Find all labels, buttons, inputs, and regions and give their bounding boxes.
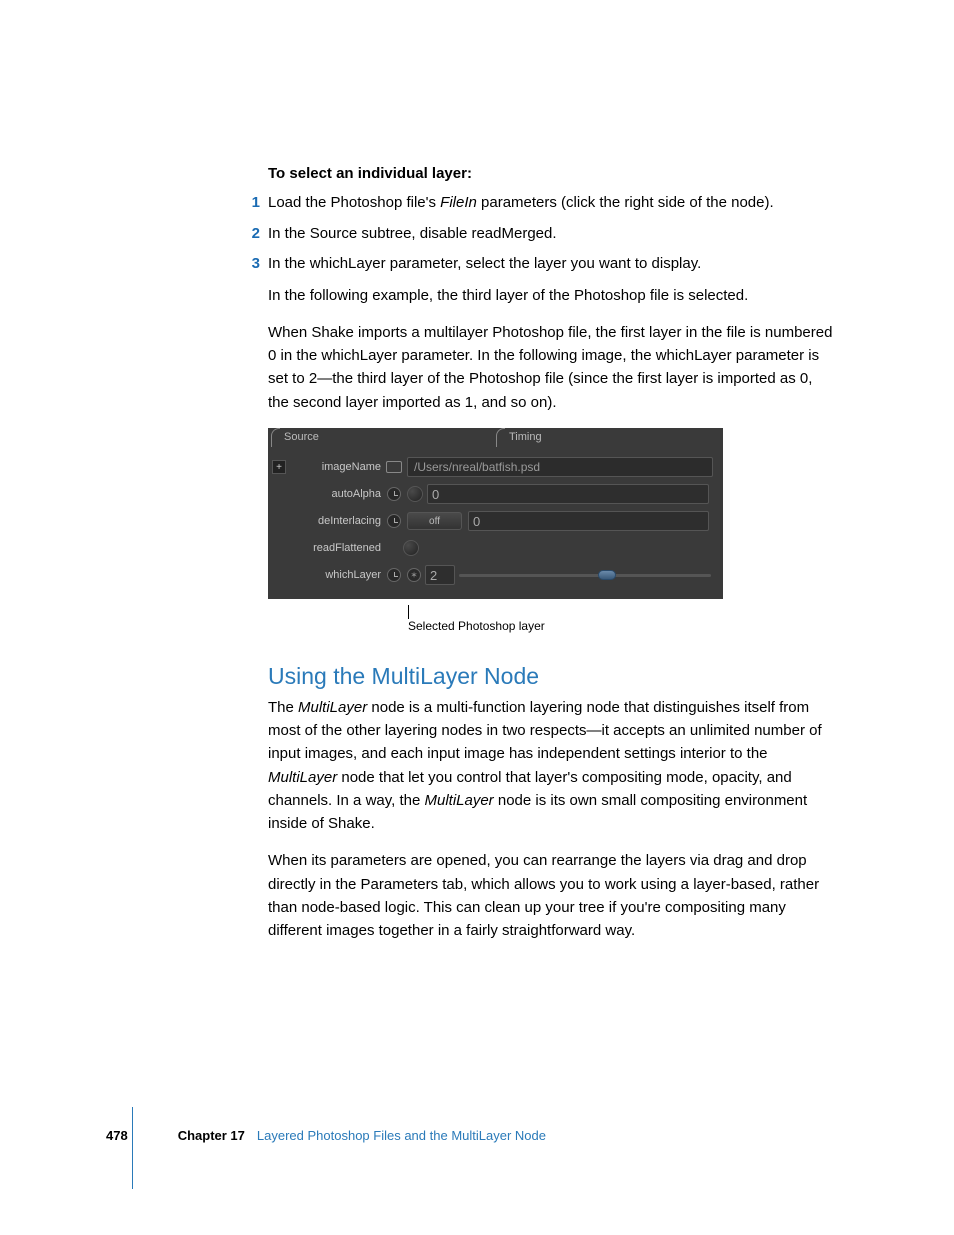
emphasis: MultiLayer [424,792,493,809]
page-footer: 478 Chapter 17 Layered Photoshop Files a… [106,1128,546,1143]
paragraph: The MultiLayer node is a multi-function … [268,696,834,836]
paragraph: When its parameters are opened, you can … [268,849,834,942]
knob-icon[interactable] [407,486,423,502]
autoalpha-field[interactable]: 0 [427,484,709,504]
param-label: deInterlacing [290,515,385,527]
parameters-panel: Source Timing + imageName /Users/nreal/b… [268,428,723,599]
step-number: 2 [246,223,268,246]
whichlayer-field[interactable]: 2 [425,565,455,585]
step-number: 1 [246,192,268,215]
paragraph: In the following example, the third laye… [268,284,834,307]
step-text: In the whichLayer parameter, select the … [268,253,834,276]
callout-text: Selected Photoshop layer [408,619,545,633]
key-icon[interactable]: ✶ [407,568,421,582]
emphasis: MultiLayer [298,699,367,716]
off-button[interactable]: off [407,512,462,530]
clock-icon[interactable] [385,567,403,583]
step-number: 3 [246,253,268,276]
tab-timing[interactable]: Timing [493,428,718,448]
whichlayer-slider[interactable] [459,574,711,577]
callout: Selected Photoshop layer [408,605,834,633]
param-label: autoAlpha [290,488,385,500]
text: parameters (click the right side of the … [477,194,774,211]
slider-thumb[interactable] [598,570,616,580]
knob-icon[interactable] [403,540,419,556]
expand-icon[interactable]: + [272,460,286,474]
section-heading: Using the MultiLayer Node [268,663,834,690]
folder-icon[interactable] [385,459,403,475]
step-2: 2 In the Source subtree, disable readMer… [268,223,834,246]
tab-source[interactable]: Source [268,428,493,448]
param-label: imageName [290,461,385,473]
page-number: 478 [106,1128,128,1143]
step-text: Load the Photoshop file's FileIn paramet… [268,192,834,215]
chapter-label: Chapter 17 [178,1128,245,1143]
clock-icon[interactable] [385,486,403,502]
step-3: 3 In the whichLayer parameter, select th… [268,253,834,276]
clock-icon[interactable] [385,513,403,529]
step-1: 1 Load the Photoshop file's FileIn param… [268,192,834,215]
emphasis: MultiLayer [268,769,337,786]
paragraph: When Shake imports a multilayer Photosho… [268,321,834,414]
imagename-field[interactable]: /Users/nreal/batfish.psd [407,457,713,477]
chapter-title: Layered Photoshop Files and the MultiLay… [257,1128,546,1143]
footer-rule [132,1107,133,1189]
deinterlacing-field[interactable]: 0 [468,511,709,531]
param-label: whichLayer [290,569,385,581]
text: The [268,699,298,716]
emphasis: FileIn [440,194,477,211]
param-label: readFlattened [290,542,385,554]
step-text: In the Source subtree, disable readMerge… [268,223,834,246]
procedure-heading: To select an individual layer: [268,165,834,182]
text: Load the Photoshop file's [268,194,440,211]
